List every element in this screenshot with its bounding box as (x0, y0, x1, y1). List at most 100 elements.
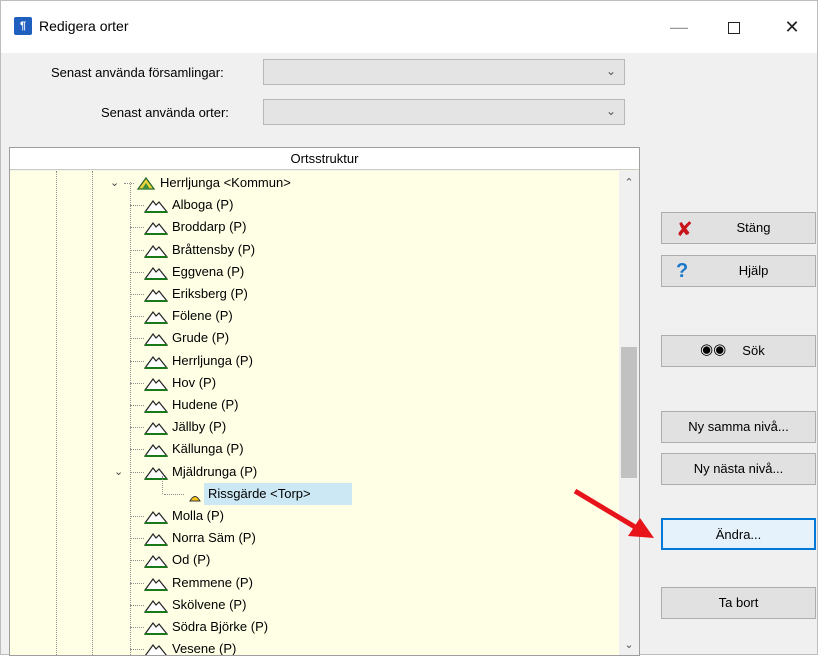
scroll-thumb[interactable] (621, 347, 637, 478)
tree-node[interactable]: Eriksberg (P) (130, 283, 610, 305)
tree-branch-line (130, 560, 144, 562)
tree-node-label: Norra Säm (P) (172, 530, 256, 546)
place-tree[interactable]: ⌄ Herrljunga <Kommun> Alboga (P) Broddarp (… (10, 171, 619, 655)
tree-branch-line (130, 604, 144, 606)
tree-node-label: Bråttensby (P) (172, 241, 256, 257)
delete-button[interactable]: Ta bort (661, 587, 816, 619)
tree-branch-line (130, 271, 144, 273)
tree-node[interactable]: Herrljunga (P) (130, 350, 610, 372)
help-button[interactable]: ? Hjälp (661, 255, 816, 287)
tree-node-label: Rissgärde <Torp> (204, 482, 352, 505)
expand-chevron-icon[interactable]: ⌄ (110, 172, 119, 194)
tree-node-label: Mjäldrunga (P) (172, 463, 258, 479)
tree-node-label: Alboga (P) (172, 197, 234, 213)
recent-parishes-label: Senast använda församlingar: (51, 65, 224, 80)
tree-root-node[interactable]: ⌄ Herrljunga <Kommun> (110, 172, 610, 194)
tree-node[interactable]: Eggvena (P) (130, 261, 610, 283)
tree-node[interactable]: Norra Säm (P) (130, 527, 610, 549)
tree-node-label: Eggvena (P) (172, 263, 245, 279)
tree-node[interactable]: Grude (P) (130, 327, 610, 349)
parish-icon (144, 642, 168, 655)
tree-node-label: Herrljunga <Kommun> (160, 175, 291, 190)
new-next-level-label: Ny nästa nivå... (693, 461, 784, 476)
recent-parishes-select[interactable]: ⌄ (263, 59, 625, 85)
tree-node[interactable]: Od (P) (130, 549, 610, 571)
tree-node[interactable]: Källunga (P) (130, 438, 610, 460)
tree-node-label: Skölvene (P) (172, 596, 247, 612)
scroll-down-icon[interactable]: ⌄ (619, 635, 639, 655)
tree-branch-line (124, 183, 134, 184)
tree-branch-line (130, 294, 144, 295)
tree-node[interactable]: Hudene (P) (130, 394, 610, 416)
tree-branch-line (130, 627, 144, 628)
tree-node-label: Eriksberg (P) (172, 286, 248, 301)
tree-branch-line (130, 427, 144, 429)
tree-node[interactable]: Skölvene (P) (130, 594, 610, 616)
help-button-label: Hjälp (738, 263, 769, 278)
tree-node-label: Grude (P) (172, 330, 230, 346)
search-button-label: Sök (742, 343, 765, 358)
tree-node[interactable]: Alboga (P) (130, 194, 610, 216)
tree-node[interactable]: Remmene (P) (130, 572, 610, 594)
place-structure-header: Ortsstruktur (10, 148, 639, 170)
edit-places-window: ¶ Redigera orter — ✕ Senast använda förs… (0, 0, 818, 656)
search-button[interactable]: ◉◉ Sök (661, 335, 816, 367)
recent-places-label: Senast använda orter: (101, 105, 229, 120)
tree-branch-line (130, 360, 144, 362)
tree-node[interactable]: Bråttensby (P) (130, 239, 610, 261)
chevron-down-icon: ⌄ (605, 104, 616, 118)
tree-guide-line (162, 475, 163, 494)
tree-node[interactable]: Broddarp (P) (130, 216, 610, 238)
close-window-button[interactable]: ✕ (769, 11, 815, 43)
tree-branch-line (130, 516, 144, 517)
tree-branch-line (130, 538, 144, 540)
tree-node[interactable]: ⌄ Mjäldrunga (P) (114, 461, 610, 483)
tree-branch-line (130, 405, 144, 406)
edit-button-label: Ändra... (715, 527, 762, 542)
tree-branch-line (130, 205, 144, 207)
tree-node[interactable]: Vesene (P) (130, 638, 610, 655)
window-title: Redigera orter (39, 18, 129, 34)
tree-node[interactable]: Fölene (P) (130, 305, 610, 327)
close-button-label: Stäng (736, 220, 771, 235)
tree-guide-line (92, 171, 93, 655)
place-structure-panel: Ortsstruktur ⌄ Herrljunga <Kommun> Alboga … (9, 147, 640, 656)
scroll-up-icon[interactable]: ⌃ (619, 173, 639, 193)
tree-branch-line (130, 649, 144, 651)
tree-branch-line (130, 316, 144, 318)
edit-button[interactable]: Ändra... (661, 518, 816, 550)
tree-node-label: Od (P) (172, 552, 211, 568)
tree-node[interactable]: Hov (P) (130, 372, 610, 394)
chevron-down-icon: ⌄ (605, 64, 616, 78)
expand-chevron-icon[interactable]: ⌄ (114, 461, 123, 483)
tree-branch-line (130, 227, 144, 229)
tree-guide-line (56, 171, 57, 655)
new-same-level-button[interactable]: Ny samma nivå... (661, 411, 816, 443)
tree-scrollbar[interactable]: ⌃ ⌄ (619, 171, 639, 655)
close-button[interactable]: ✘ Stäng (661, 212, 816, 244)
tree-node[interactable]: Södra Björke (P) (130, 616, 610, 638)
new-next-level-button[interactable]: Ny nästa nivå... (661, 453, 816, 485)
tree-node-label: Södra Björke (P) (172, 619, 269, 634)
tree-node-label: Hudene (P) (172, 397, 239, 412)
tree-branch-line (130, 471, 144, 473)
maximize-icon (728, 22, 740, 35)
tree-node[interactable]: Jällby (P) (130, 416, 610, 438)
tree-branch-line (130, 382, 144, 384)
title-bar[interactable]: ¶ Redigera orter — ✕ (1, 1, 817, 53)
tree-branch-line (130, 338, 144, 340)
tree-node-label: Jällby (P) (172, 419, 227, 435)
tree-node-label: Herrljunga (P) (172, 352, 253, 368)
tree-branch-line (164, 493, 184, 495)
tree-branch-line (130, 582, 144, 584)
delete-button-label: Ta bort (718, 595, 759, 610)
recent-places-select[interactable]: ⌄ (263, 99, 625, 125)
tree-node[interactable]: Molla (P) (130, 505, 610, 527)
new-same-level-label: Ny samma nivå... (688, 419, 789, 434)
tree-node[interactable]: Rissgärde <Torp> (164, 482, 610, 505)
tree-branch-line (130, 449, 144, 451)
maximize-button[interactable] (711, 11, 757, 43)
tree-node-label: Fölene (P) (172, 308, 233, 324)
minimize-button[interactable]: — (656, 11, 702, 43)
tree-node-label: Källunga (P) (172, 441, 244, 457)
